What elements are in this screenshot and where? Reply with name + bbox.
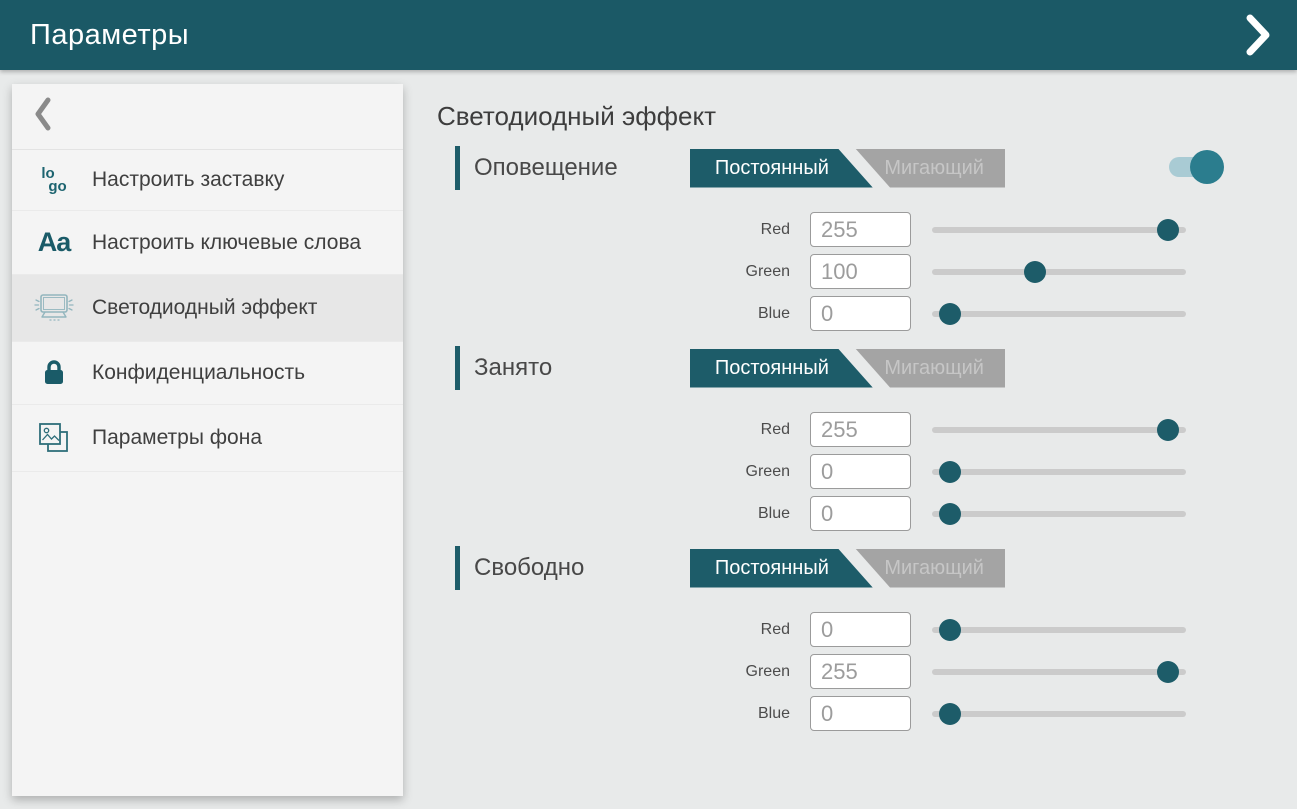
slider-thumb[interactable]: [939, 703, 961, 725]
switch-knob: [1190, 150, 1224, 184]
sidebar-item-keywords[interactable]: Aa Настроить ключевые слова: [12, 211, 403, 275]
blue-slider[interactable]: [932, 696, 1186, 731]
sidebar-item-splash-screen[interactable]: lo go Настроить заставку: [12, 150, 403, 211]
red-slider[interactable]: [932, 412, 1186, 447]
slider-track: [932, 511, 1186, 517]
lock-icon: [30, 358, 78, 388]
sidebar-back-button[interactable]: [12, 84, 403, 150]
green-slider[interactable]: [932, 654, 1186, 689]
accent-bar: [455, 146, 460, 190]
red-value-input[interactable]: [810, 612, 911, 647]
section-notification: Оповещение Постоянный Мигающий Red Green: [437, 146, 1227, 331]
accent-bar: [455, 546, 460, 590]
slider-thumb[interactable]: [1157, 661, 1179, 683]
green-value-input[interactable]: [810, 654, 911, 689]
images-icon: [30, 421, 78, 455]
green-label: Green: [437, 263, 790, 281]
blue-channel-row: Blue: [437, 496, 1227, 531]
sidebar-item-led-effect[interactable]: Светодиодный эффект: [12, 275, 403, 342]
green-label: Green: [437, 663, 790, 681]
blue-channel-row: Blue: [437, 296, 1227, 331]
mode-segmented-control: Постоянный Мигающий: [690, 149, 1005, 188]
blue-value-input[interactable]: [810, 496, 911, 531]
slider-thumb[interactable]: [939, 619, 961, 641]
blue-label: Blue: [437, 305, 790, 323]
accent-bar: [455, 346, 460, 390]
red-value-input[interactable]: [810, 412, 911, 447]
section-title: Оповещение: [474, 154, 690, 182]
slider-thumb[interactable]: [939, 303, 961, 325]
sidebar-item-label: Настроить ключевые слова: [92, 229, 361, 257]
page-title: Параметры: [30, 19, 189, 52]
green-value-input[interactable]: [810, 254, 911, 289]
sidebar-item-label: Настроить заставку: [92, 166, 284, 194]
notification-toggle-switch[interactable]: [1169, 150, 1224, 184]
mode-segmented-control: Постоянный Мигающий: [690, 549, 1005, 588]
red-channel-row: Red: [437, 412, 1227, 447]
green-channel-row: Green: [437, 254, 1227, 289]
logo-icon: lo go: [30, 167, 78, 193]
app-header: Параметры: [0, 0, 1297, 70]
sidebar-item-label: Светодиодный эффект: [92, 294, 317, 322]
red-channel-row: Red: [437, 212, 1227, 247]
blue-slider[interactable]: [932, 296, 1186, 331]
section-busy: Занято Постоянный Мигающий Red Green: [437, 346, 1227, 531]
sidebar-item-background[interactable]: Параметры фона: [12, 405, 403, 472]
slider-thumb[interactable]: [939, 503, 961, 525]
back-chevron-icon: [32, 96, 52, 137]
blue-channel-row: Blue: [437, 696, 1227, 731]
forward-chevron-icon[interactable]: [1243, 12, 1273, 58]
red-label: Red: [437, 221, 790, 239]
slider-track: [932, 627, 1186, 633]
blue-value-input[interactable]: [810, 696, 911, 731]
sidebar: lo go Настроить заставку Aa Настроить кл…: [12, 84, 403, 796]
text-aa-icon: Aa: [30, 227, 78, 258]
slider-track: [932, 311, 1186, 317]
sidebar-item-privacy[interactable]: Конфиденциальность: [12, 342, 403, 405]
red-value-input[interactable]: [810, 212, 911, 247]
slider-track: [932, 469, 1186, 475]
slider-track: [932, 669, 1186, 675]
sidebar-item-label: Параметры фона: [92, 424, 262, 452]
sidebar-item-label: Конфиденциальность: [92, 359, 305, 387]
green-channel-row: Green: [437, 454, 1227, 489]
slider-thumb[interactable]: [1157, 219, 1179, 241]
blue-label: Blue: [437, 705, 790, 723]
slider-track: [932, 269, 1186, 275]
red-channel-row: Red: [437, 612, 1227, 647]
slider-track: [932, 227, 1186, 233]
slider-track: [932, 711, 1186, 717]
green-slider[interactable]: [932, 254, 1186, 289]
red-slider[interactable]: [932, 612, 1186, 647]
display-glow-icon: [30, 291, 78, 325]
main-content: Светодиодный эффект Оповещение Постоянны…: [437, 70, 1227, 738]
slider-thumb[interactable]: [939, 461, 961, 483]
green-value-input[interactable]: [810, 454, 911, 489]
slider-thumb[interactable]: [1157, 419, 1179, 441]
section-title: Свободно: [474, 554, 690, 582]
red-label: Red: [437, 621, 790, 639]
red-slider[interactable]: [932, 212, 1186, 247]
slider-track: [932, 427, 1186, 433]
blue-label: Blue: [437, 505, 790, 523]
red-label: Red: [437, 421, 790, 439]
green-slider[interactable]: [932, 454, 1186, 489]
blue-slider[interactable]: [932, 496, 1186, 531]
content-title: Светодиодный эффект: [437, 101, 1227, 132]
section-title: Занято: [474, 354, 690, 382]
mode-segmented-control: Постоянный Мигающий: [690, 349, 1005, 388]
blue-value-input[interactable]: [810, 296, 911, 331]
section-free: Свободно Постоянный Мигающий Red Green: [437, 546, 1227, 731]
green-channel-row: Green: [437, 654, 1227, 689]
slider-thumb[interactable]: [1024, 261, 1046, 283]
green-label: Green: [437, 463, 790, 481]
